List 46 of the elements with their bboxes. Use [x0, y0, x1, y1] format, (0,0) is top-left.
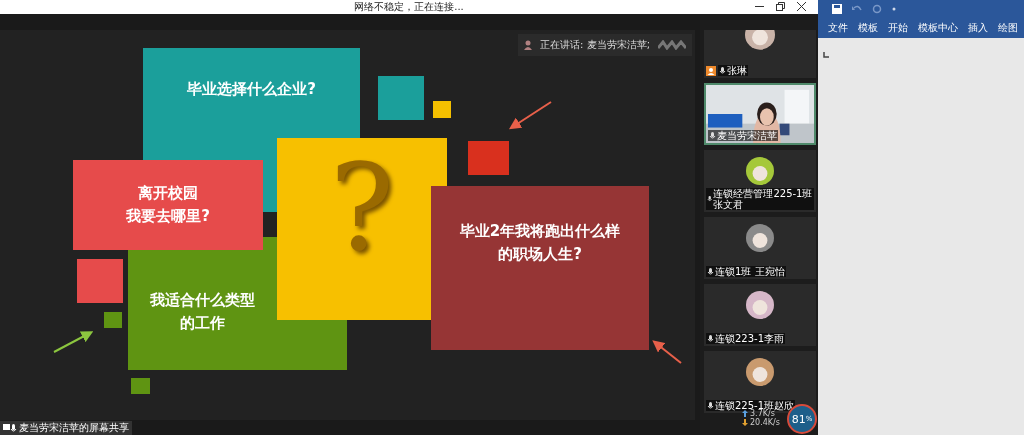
- ribbon-tab[interactable]: 模板中心: [918, 19, 958, 37]
- ribbon-tab[interactable]: 插入: [968, 19, 988, 37]
- microphone-icon: [707, 401, 714, 410]
- participant-tile[interactable]: 张琳: [704, 30, 816, 78]
- question-mark: ?: [329, 148, 395, 268]
- screen-icon: [3, 423, 17, 433]
- ribbon-tab[interactable]: 模板: [858, 19, 878, 37]
- download-icon: [742, 419, 748, 426]
- card-text-line: 我要去哪里?: [126, 205, 210, 227]
- close-icon[interactable]: [797, 2, 806, 11]
- participant-name: 连锁225-1班赵欣: [715, 400, 795, 411]
- card-text-line: 我适合什么类型: [150, 290, 255, 311]
- card-text-line: 的工作: [180, 312, 225, 334]
- screen-share-label: 麦当劳宋洁苹的屏幕共享: [19, 421, 129, 435]
- participant-name: 张琳: [727, 65, 747, 76]
- upload-icon: [742, 410, 748, 417]
- card-text-line: 的职场人生?: [498, 243, 582, 265]
- participant-tile[interactable]: 连锁1班 王宛怡: [704, 217, 816, 279]
- microphone-icon: [719, 66, 726, 75]
- microphone-icon: [707, 334, 714, 343]
- microphone-icon: [707, 267, 714, 276]
- participant-tile[interactable]: 连锁经营管理225-1班张文君: [704, 150, 816, 212]
- card-text-line: 毕业选择什么企业?: [187, 79, 316, 100]
- gauge-value: 81: [791, 412, 806, 426]
- microphone-icon: [709, 131, 716, 140]
- restore-icon[interactable]: [776, 2, 785, 11]
- more-icon[interactable]: [892, 7, 896, 11]
- ribbon-tab[interactable]: 开始: [888, 19, 908, 37]
- participant-tile[interactable]: 麦当劳宋洁苹: [704, 83, 816, 145]
- card-text-line: 离开校园: [138, 183, 198, 204]
- participant-tile[interactable]: 连锁223-1李雨: [704, 284, 816, 346]
- person-icon: [524, 40, 533, 50]
- speaking-text: 正在讲话: 麦当劳宋洁苹;: [540, 38, 650, 52]
- participant-name: 连锁1班 王宛怡: [715, 266, 785, 277]
- participant-name: 麦当劳宋洁苹: [717, 130, 777, 141]
- microphone-icon: [707, 195, 713, 203]
- download-rate: 20.4K/s: [750, 418, 780, 427]
- window-title: 网络不稳定，正在连接...: [354, 0, 464, 14]
- ribbon-tab[interactable]: 绘图: [998, 19, 1018, 37]
- ribbon-tab[interactable]: 文件: [828, 19, 848, 37]
- save-icon[interactable]: [832, 4, 842, 14]
- participant-name: 连锁经营管理225-1班张文君: [713, 188, 813, 210]
- participant-name: 连锁223-1李雨: [715, 333, 785, 344]
- sound-wave-icon: [658, 40, 686, 50]
- card-text-line: 毕业2年我将跑出什么样: [459, 221, 621, 242]
- tab-stop-icon[interactable]: [822, 51, 830, 59]
